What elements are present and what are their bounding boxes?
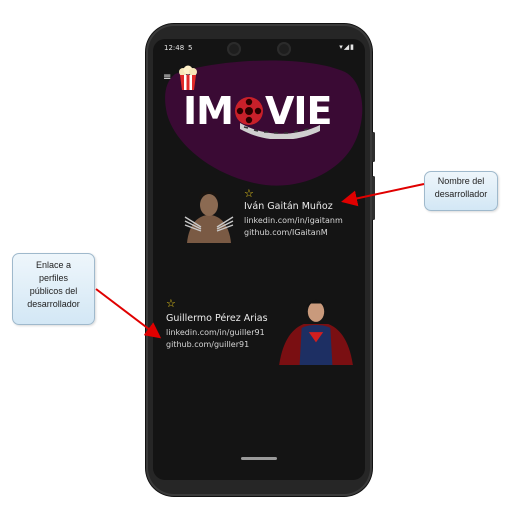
links-arrow xyxy=(95,288,162,339)
annotation-arrows xyxy=(95,183,425,339)
name-arrow xyxy=(341,183,425,207)
